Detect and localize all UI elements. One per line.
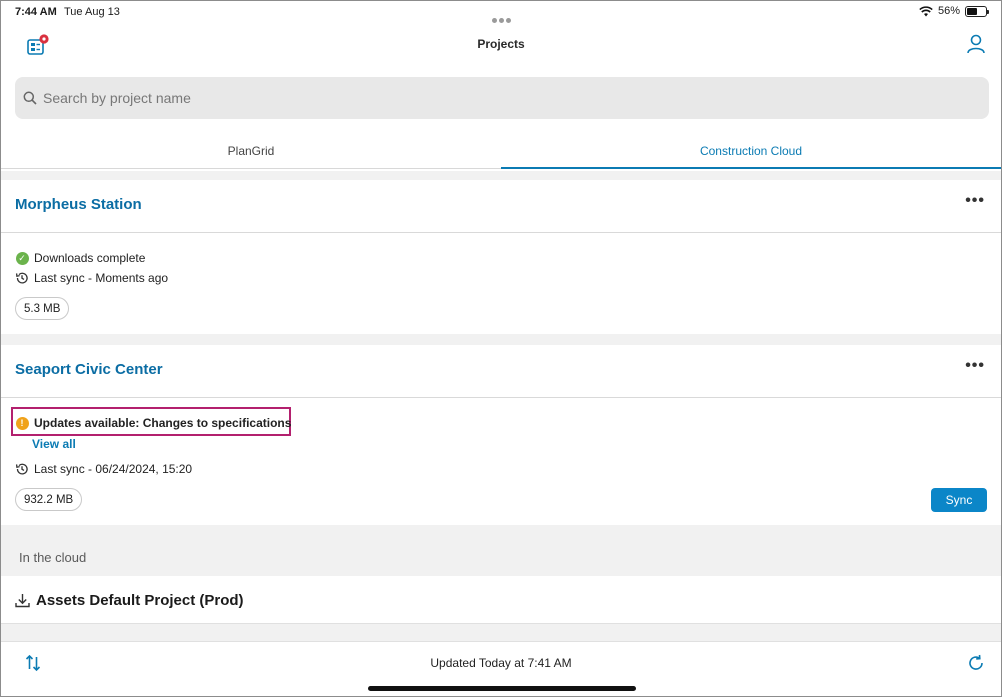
- header: Projects PlanGrid Construction Cloud: [1, 25, 1001, 171]
- app-window: 7:44 AM Tue Aug 13 56% Projects Search b…: [0, 0, 1002, 697]
- tab-bar: PlanGrid Construction Cloud: [1, 137, 1001, 169]
- info-warning-icon: !: [15, 416, 29, 430]
- last-sync: Last sync - Moments ago: [15, 271, 168, 285]
- battery-percent: 56%: [937, 5, 960, 17]
- user-icon[interactable]: [965, 33, 987, 55]
- view-all-link[interactable]: View all: [32, 437, 76, 451]
- last-sync: Last sync - 06/24/2024, 15:20: [15, 462, 192, 476]
- history-icon: [15, 271, 29, 285]
- project-card-header: Seaport Civic Center •••: [1, 345, 1001, 398]
- download-icon[interactable]: [15, 593, 30, 613]
- history-icon: [15, 462, 29, 476]
- project-title[interactable]: Morpheus Station: [15, 196, 142, 213]
- last-sync-text: Last sync - Moments ago: [34, 271, 169, 285]
- wifi-icon: [919, 5, 933, 16]
- search-bar[interactable]: [15, 77, 989, 119]
- search-icon: [23, 91, 37, 105]
- check-circle-icon: ✓: [15, 251, 29, 265]
- refresh-icon[interactable]: [967, 654, 985, 677]
- download-status-text: Downloads complete: [34, 251, 146, 265]
- home-indicator[interactable]: [368, 686, 636, 691]
- status-right: 56%: [919, 5, 989, 17]
- cloud-project-name: Assets Default Project (Prod): [36, 592, 244, 609]
- download-status: ✓ Downloads complete: [15, 251, 145, 265]
- page-title: Projects: [477, 37, 525, 51]
- more-options-icon[interactable]: •••: [965, 192, 985, 210]
- status-bar: 7:44 AM Tue Aug 13 56%: [1, 1, 1001, 25]
- section-label-cloud: In the cloud: [19, 550, 87, 565]
- tab-plangrid[interactable]: PlanGrid: [1, 137, 501, 169]
- status-time: 7:44 AM: [15, 6, 57, 18]
- tab-construction-cloud[interactable]: Construction Cloud: [501, 137, 1001, 169]
- more-options-icon[interactable]: •••: [965, 357, 985, 375]
- update-status: ! Updates available: Changes to specific…: [15, 416, 291, 430]
- project-card: Morpheus Station ••• ✓ Downloads complet…: [1, 180, 1001, 334]
- sync-button[interactable]: Sync: [931, 488, 987, 512]
- battery-icon: [965, 5, 989, 17]
- update-status-text: Updates available: Changes to specificat…: [34, 416, 292, 430]
- status-date: Tue Aug 13: [64, 6, 120, 18]
- size-badge: 5.3 MB: [15, 297, 70, 320]
- last-sync-text: Last sync - 06/24/2024, 15:20: [34, 462, 193, 476]
- footer-bar: Updated Today at 7:41 AM: [1, 641, 1001, 696]
- project-card-header: Morpheus Station •••: [1, 180, 1001, 233]
- project-title[interactable]: Seaport Civic Center: [15, 361, 163, 378]
- project-card: Seaport Civic Center ••• ! Updates avail…: [1, 345, 1001, 525]
- cloud-project-item[interactable]: Assets Default Project (Prod): [1, 576, 1001, 624]
- last-updated-text: Updated Today at 7:41 AM: [430, 656, 572, 670]
- search-input[interactable]: [43, 90, 943, 106]
- size-badge: 932.2 MB: [15, 488, 83, 511]
